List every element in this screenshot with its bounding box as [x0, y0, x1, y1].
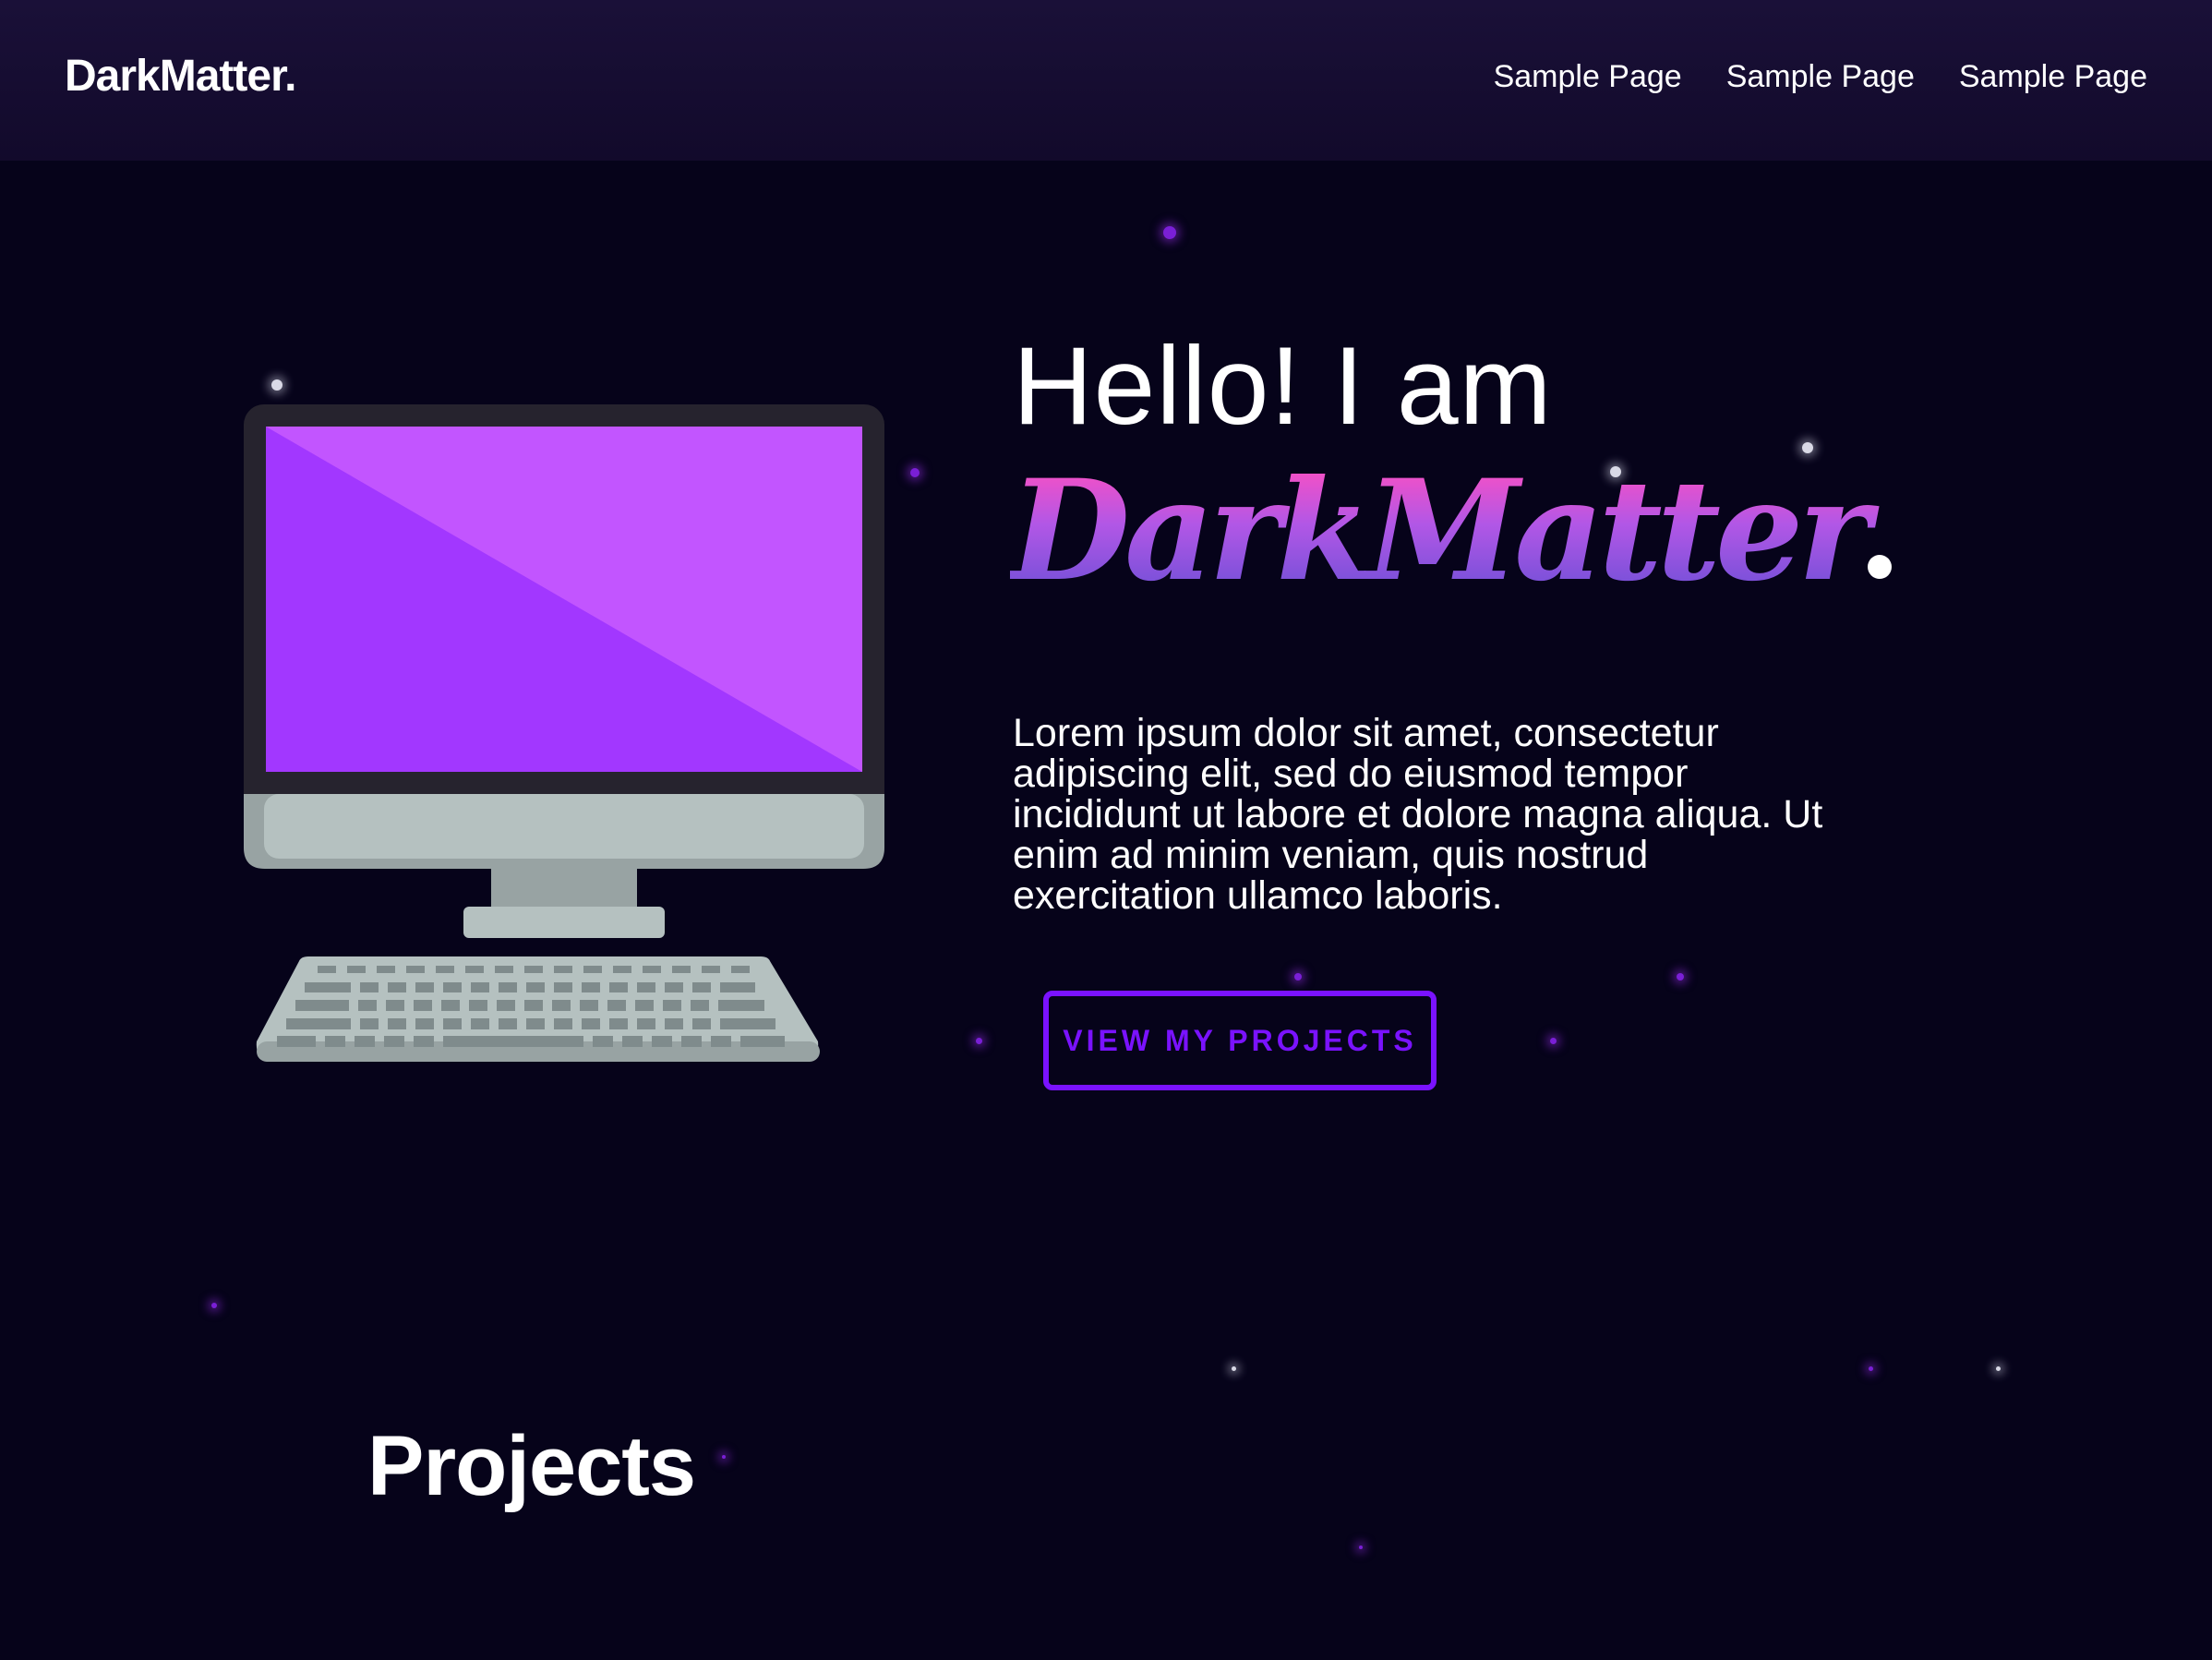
desktop-computer-icon [244, 404, 884, 1069]
brand-logo[interactable]: DarkMatter. [65, 51, 296, 102]
hero-name-dot [1867, 555, 1892, 579]
particle [1996, 1366, 2001, 1371]
particle [1232, 1366, 1236, 1371]
nav-link-sample-page-1[interactable]: Sample Page [1494, 59, 1682, 95]
hero-description: Lorem ipsum dolor sit amet, consectetur … [1013, 711, 1823, 918]
nav-link-sample-page-2[interactable]: Sample Page [1726, 59, 1915, 95]
nav-link-sample-page-3[interactable]: Sample Page [1959, 59, 2147, 95]
particle [976, 1038, 982, 1044]
particle [722, 1455, 726, 1459]
particle [1294, 973, 1302, 980]
view-projects-button[interactable]: VIEW MY PROJECTS [1043, 991, 1437, 1090]
particle [1359, 1546, 1363, 1549]
projects-section-title: Projects [367, 1419, 696, 1513]
particle [211, 1303, 217, 1308]
hero-name: DarkMatter [1010, 462, 1892, 600]
hero-greeting: Hello! I am [1013, 324, 1553, 448]
site-header: DarkMatter. Sample Page Sample Page Samp… [0, 0, 2212, 161]
particle [1869, 1366, 1873, 1371]
particle [1163, 226, 1176, 239]
particle [271, 379, 283, 391]
main-nav: Sample Page Sample Page Sample Page [1494, 59, 2147, 95]
hero-name-text: DarkMatter [1010, 450, 1866, 612]
particle [1677, 973, 1684, 980]
particle [1550, 1038, 1557, 1044]
desktop-computer-illustration [244, 404, 884, 1062]
particle [910, 468, 920, 477]
